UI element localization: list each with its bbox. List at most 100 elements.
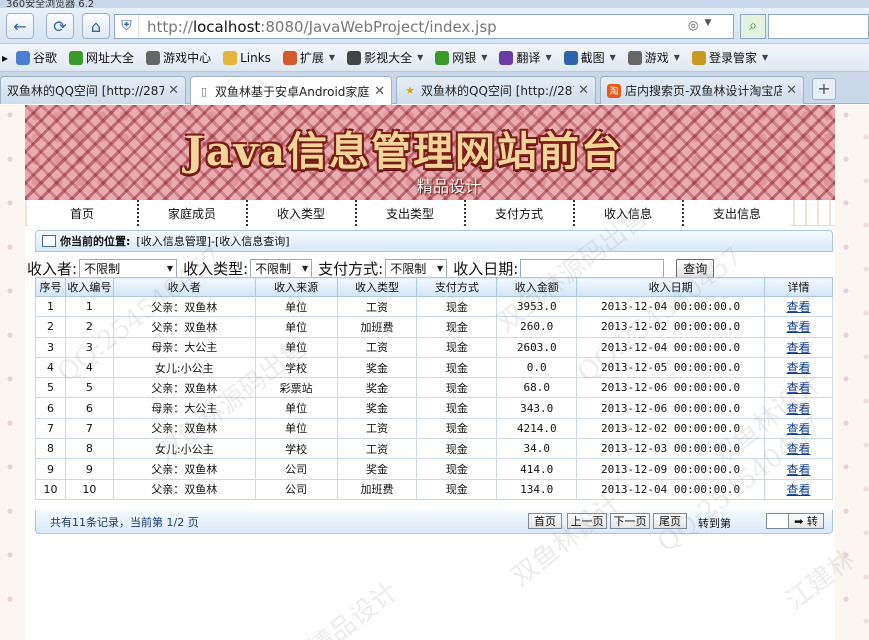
favorite-label: 截图 [580,51,605,65]
search-engine-button[interactable]: ⌕ [740,14,766,39]
window-icon [42,235,56,247]
new-tab-button[interactable]: + [812,78,836,100]
menu-item[interactable]: 支付方式 [464,200,572,226]
home-button[interactable]: ⌂ [82,13,110,39]
close-tab-icon[interactable]: ✕ [374,84,385,99]
table-cell: 8 [35,438,66,460]
favorite-item[interactable]: 谷歌 [10,49,63,66]
google-icon [16,50,31,65]
table-cell: 1 [35,295,66,318]
view-detail-link[interactable]: 查看 [787,300,811,314]
table-cell: 343.0 [496,397,578,419]
table-cell: 工资 [336,417,418,440]
favorite-item[interactable]: 网址大全 [63,49,140,66]
favorite-item[interactable]: 截图 ▼ [558,49,622,66]
favorite-item[interactable]: 游戏 ▼ [622,49,686,66]
view-detail-link[interactable]: 查看 [787,381,811,395]
table-cell: 2013-12-06 00:00:00.0 [576,397,766,419]
favorite-item[interactable]: 网银 ▼ [429,49,493,66]
column-header: 收入类型 [336,277,418,297]
search-input[interactable] [768,14,869,39]
address-dropdown-icon[interactable]: ▼ [704,18,711,32]
payment-method-select[interactable]: 不限制 ▼ [385,258,448,278]
table-cell: 查看 [764,295,833,318]
menu-item[interactable]: 支出类型 [355,200,463,226]
column-header: 支付方式 [416,277,498,297]
tab-label: 店内搜索页-双鱼林设计淘宝店 [625,84,783,98]
favorites-chevron-icon[interactable]: ▸ [0,51,10,65]
table-cell: 4 [64,356,114,379]
taobao-icon: 淘 [607,83,621,98]
favorite-item[interactable]: Links [217,50,277,65]
income-type-label: 收入类型: [183,259,249,278]
refresh-button[interactable]: ⟳ [46,13,74,39]
view-detail-link[interactable]: 查看 [787,320,811,334]
view-detail-link[interactable]: 查看 [787,422,811,436]
dropdown-caret-icon: ▼ [673,53,680,62]
favorite-label: 游戏中心 [163,51,212,65]
first-page-button[interactable]: 首页 [528,513,562,529]
back-button[interactable]: ← [6,13,34,39]
table-cell: 6 [35,397,66,419]
query-button[interactable]: 查询 [676,258,715,278]
view-detail-link[interactable]: 查看 [787,361,811,375]
prev-page-button[interactable]: 上一页 [567,513,607,529]
browser-tab[interactable]: 双鱼林的QQ空间 [http://287 ✕ [0,76,186,104]
table-cell: 现金 [416,417,498,440]
table-cell: 单位 [254,397,338,419]
income-table: 序号 收入编号 收入者 收入来源 收入类型 支付方式 收入金额 收入日期 详情 1 1 父亲：双鱼林… [35,277,833,500]
location-path: [收入信息管理]-[收入信息查询] [136,235,290,248]
favorite-label: 网银 [452,51,477,65]
favorite-item[interactable]: 扩展 ▼ [277,49,341,66]
favorite-item[interactable]: 影视大全 ▼ [341,49,429,66]
favorite-item[interactable]: 登录管家 ▼ [686,49,774,66]
table-cell: 2013-12-03 00:00:00.0 [576,438,766,460]
table-cell: 现金 [416,377,498,399]
table-cell: 奖金 [336,458,418,480]
jump-page-input[interactable] [766,513,790,529]
view-detail-link[interactable]: 查看 [787,463,811,477]
menu-item[interactable]: 支出信息 [682,200,790,226]
table-cell: 5 [35,377,66,399]
favorite-item[interactable]: 游戏中心 [140,49,217,66]
dropdown-caret-icon: ▼ [761,53,769,62]
menu-item[interactable]: 收入类型 [246,200,354,226]
menu-item[interactable]: 首页 [28,200,136,226]
menu-item[interactable]: 收入信息 [573,200,681,226]
close-tab-icon[interactable]: ✕ [578,83,589,98]
favorite-item[interactable]: 翻译 ▼ [493,49,557,66]
income-date-input[interactable] [520,258,665,278]
star-icon: ★ [405,84,415,97]
table-cell: 现金 [416,438,498,460]
browser-tab[interactable]: 淘店内搜索页-双鱼林设计淘宝店 ✕ [600,76,804,104]
address-bar[interactable]: ⛨ http://localhost:8080/JavaWebProject/i… [114,14,734,39]
view-detail-link[interactable]: 查看 [787,341,811,355]
close-tab-icon[interactable]: ✕ [786,83,797,98]
menu-item[interactable]: 家庭成员 [137,200,245,226]
table-cell: 2603.0 [496,336,578,358]
browser-tab[interactable]: ★ 双鱼林的QQ空间 [http://287 ✕ [396,76,596,104]
table-cell: 查看 [764,397,833,419]
income-type-select[interactable]: 不限制 ▼ [250,258,313,278]
dropdown-caret-icon: ▼ [481,53,488,62]
table-cell: 2013-12-05 00:00:00.0 [576,356,766,379]
compat-mode-icon[interactable]: ◎ [688,18,698,32]
income-person-select[interactable]: 不限制 ▼ [79,258,178,278]
column-header: 收入编号 [64,277,114,297]
go-button[interactable]: ➡ 转 [788,513,824,529]
table-cell: 查看 [764,377,833,399]
last-page-button[interactable]: 尾页 [653,513,687,529]
favorite-label: 网址大全 [86,51,135,65]
close-tab-icon[interactable]: ✕ [168,83,179,98]
table-cell: 5 [64,377,114,399]
table-cell: 6 [64,397,114,419]
table-cell: 2 [64,316,114,338]
table-cell: 1 [64,295,114,318]
view-detail-link[interactable]: 查看 [787,402,811,416]
view-detail-link[interactable]: 查看 [787,483,811,497]
browser-tab[interactable]: ▯ 双鱼林基于安卓Android家庭 ✕ [190,76,392,105]
table-cell: 工资 [336,336,418,358]
table-cell: 2013-12-06 00:00:00.0 [576,377,766,399]
view-detail-link[interactable]: 查看 [787,442,811,456]
next-page-button[interactable]: 下一页 [610,513,650,529]
